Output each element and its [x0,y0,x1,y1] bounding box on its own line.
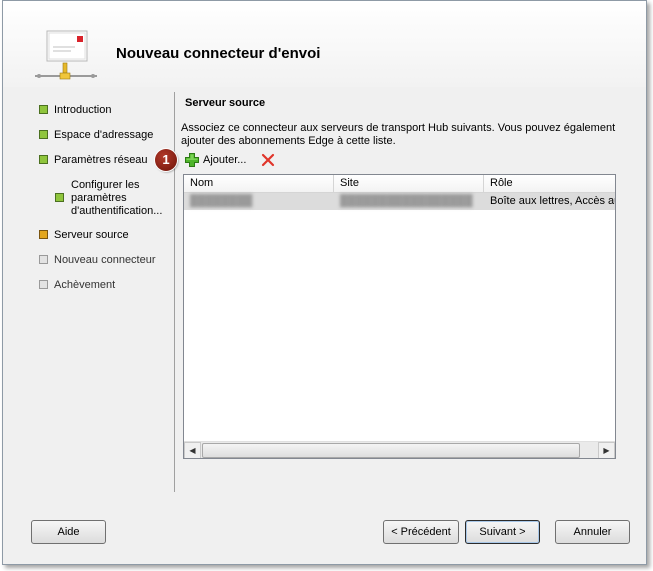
section-description: Associez ce connecteur aux serveurs de t… [181,122,616,147]
sidebar-item-label: Configurer les paramètres d'authentifica… [71,179,163,217]
list-header: Nom Site Rôle [184,175,615,193]
next-button[interactable]: Suivant > [465,520,540,544]
step-done-icon [55,193,64,202]
step-done-icon [39,105,48,114]
sidebar-item-label: Achèvement [54,279,116,291]
step-done-icon [39,130,48,139]
column-header-site[interactable]: Site [334,175,484,192]
help-button[interactable]: Aide [31,520,106,544]
cell-nom: ████████ [190,195,253,207]
horizontal-scrollbar[interactable]: ◀ ▶ [184,441,615,458]
sidebar-item-label: Serveur source [54,229,129,241]
step-pending-icon [39,280,48,289]
scroll-left-icon[interactable]: ◀ [184,442,201,458]
server-list[interactable]: Nom Site Rôle ████████ █████████████████… [183,174,616,459]
add-button-label: Ajouter... [203,154,247,166]
sidebar-item-label: Espace d'adressage [54,129,154,141]
table-row[interactable]: ████████ █████████████████ Boîte aux let… [184,193,615,210]
add-icon [185,153,199,167]
send-connector-icon [35,30,97,80]
cancel-button[interactable]: Annuler [555,520,630,544]
cell-site: █████████████████ [340,195,473,207]
remove-icon[interactable] [261,153,275,167]
step-callout-badge: 1 [155,149,177,171]
wizard-window: Nouveau connecteur d'envoi Introduction … [2,0,647,565]
back-button[interactable]: < Précédent [383,520,459,544]
step-done-icon [39,155,48,164]
scroll-right-icon[interactable]: ▶ [598,442,615,458]
sidebar-item-label: Nouveau connecteur [54,254,156,266]
cell-role: Boîte aux lettres, Accès au [490,195,615,207]
sidebar-item-label: Introduction [54,104,112,116]
page-title: Nouveau connecteur d'envoi [116,45,321,62]
step-pending-icon [39,255,48,264]
sidebar-item-label: Paramètres réseau [54,154,148,166]
column-header-nom[interactable]: Nom [184,175,334,192]
section-title: Serveur source [185,97,266,109]
step-current-icon [39,230,48,239]
scrollbar-thumb[interactable] [202,443,580,458]
wizard-header: Nouveau connecteur d'envoi [3,1,646,87]
column-header-role[interactable]: Rôle [484,175,615,192]
